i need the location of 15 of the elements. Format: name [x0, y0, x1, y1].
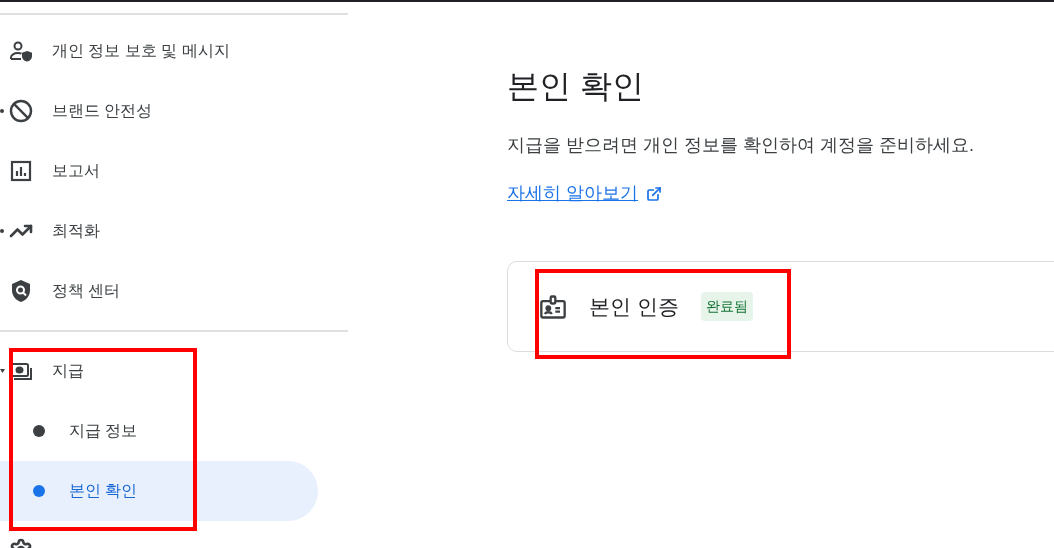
nav-item[interactable]: 개인 정보 보호 및 메시지: [52, 39, 230, 63]
status-badge: 완료됨: [700, 292, 753, 321]
nav-item[interactable]: 지급: [52, 359, 84, 383]
learn-more-link[interactable]: 자세히 알아보기: [507, 180, 638, 207]
page-title: 본인 확인: [507, 67, 645, 106]
sub-nav-item[interactable]: 지급 정보: [0, 401, 318, 461]
description: 지급을 받으려면 개인 정보를 확인하여 계정을 준비하세요.: [507, 134, 975, 157]
sub-nav-label: 본인 확인: [69, 481, 138, 501]
nav-item[interactable]: 최적화: [52, 219, 100, 243]
sub-nav-item[interactable]: 본인 확인: [0, 461, 318, 521]
sub-nav-label: 지급 정보: [69, 421, 138, 441]
nav-item[interactable]: 정책 센터: [52, 279, 121, 303]
nav-item[interactable]: 보고서: [52, 159, 100, 183]
nav-item[interactable]: 브랜드 안전성: [52, 99, 153, 123]
card-label: 본인 인증: [589, 293, 679, 320]
